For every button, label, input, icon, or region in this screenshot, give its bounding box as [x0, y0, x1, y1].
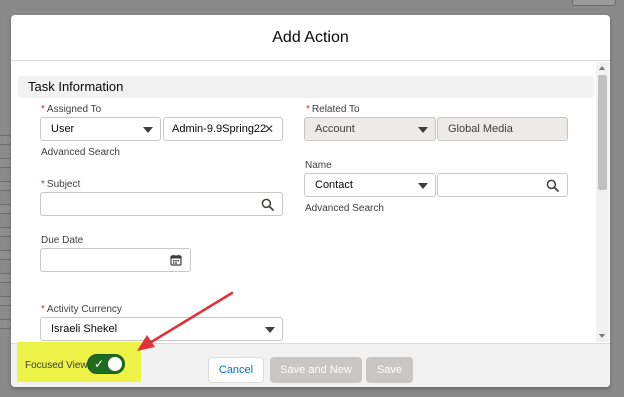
focused-view-highlight: Focused View ✓ [17, 342, 141, 382]
search-icon[interactable] [546, 179, 559, 192]
related-to-label: * Related To [306, 104, 360, 115]
assigned-to-type-select[interactable]: User [40, 117, 161, 141]
search-icon[interactable] [261, 198, 274, 211]
required-marker: * [306, 104, 310, 115]
close-icon[interactable]: ✕ [264, 122, 274, 136]
checkmark-icon: ✓ [94, 357, 105, 371]
chevron-down-icon [265, 327, 275, 333]
scroll-up-arrow-icon[interactable] [599, 66, 605, 70]
assigned-to-advanced-search[interactable]: Advanced Search [41, 147, 120, 158]
subject-label: * Subject [41, 179, 80, 190]
add-action-modal: Add Action Task Information * Assigned To… [11, 15, 610, 387]
background-button [572, 0, 616, 6]
subject-label-text: Subject [46, 179, 81, 190]
activity-currency-label: * Activity Currency [41, 304, 122, 315]
chevron-down-icon [418, 127, 428, 133]
assigned-to-user-value: Admin-9.9Spring22 [172, 123, 267, 135]
due-date-label: Due Date [41, 235, 84, 246]
activity-currency-value: Israeli Shekel [51, 323, 118, 335]
name-type-value: Contact [315, 179, 353, 191]
calendar-icon[interactable] [170, 254, 182, 266]
required-marker: * [41, 104, 45, 115]
cancel-button[interactable]: Cancel [208, 357, 264, 383]
activity-currency-select[interactable]: Israeli Shekel [40, 317, 283, 341]
save-button[interactable]: Save [366, 357, 413, 383]
subject-input[interactable] [40, 192, 283, 216]
assigned-to-type-value: User [51, 123, 75, 135]
assigned-to-label-text: Assigned To [46, 104, 102, 115]
scroll-down-arrow-icon[interactable] [599, 334, 605, 338]
name-search-input[interactable] [437, 173, 568, 197]
focused-view-toggle[interactable]: ✓ [87, 354, 125, 374]
toggle-knob [108, 357, 122, 371]
assigned-to-user-lookup[interactable]: Admin-9.9Spring22 ✕ [163, 117, 283, 141]
save-and-new-button[interactable]: Save and New [270, 357, 362, 383]
related-to-record-field: Global Media [437, 117, 568, 141]
assigned-to-label: * Assigned To [41, 104, 101, 115]
section-header-task-information[interactable]: Task Information [18, 76, 594, 98]
chevron-down-icon [418, 183, 428, 189]
name-label: Name [305, 160, 332, 171]
related-to-label-text: Related To [311, 104, 360, 115]
related-to-record-value: Global Media [448, 123, 513, 135]
activity-currency-label-text: Activity Currency [46, 304, 122, 315]
related-to-type-select: Account [304, 117, 436, 141]
chevron-down-icon [143, 127, 153, 133]
focused-view-label: Focused View [25, 360, 88, 371]
name-advanced-search[interactable]: Advanced Search [305, 203, 384, 214]
modal-title: Add Action [11, 15, 610, 61]
name-type-select[interactable]: Contact [304, 173, 436, 197]
required-marker: * [41, 179, 45, 190]
scrollbar-thumb[interactable] [598, 75, 607, 190]
modal-body[interactable]: Task Information * Assigned To User Admin… [11, 62, 610, 342]
related-to-type-value: Account [315, 123, 355, 135]
required-marker: * [41, 304, 45, 315]
modal-scrollbar[interactable] [596, 62, 609, 342]
due-date-input[interactable] [40, 248, 191, 272]
